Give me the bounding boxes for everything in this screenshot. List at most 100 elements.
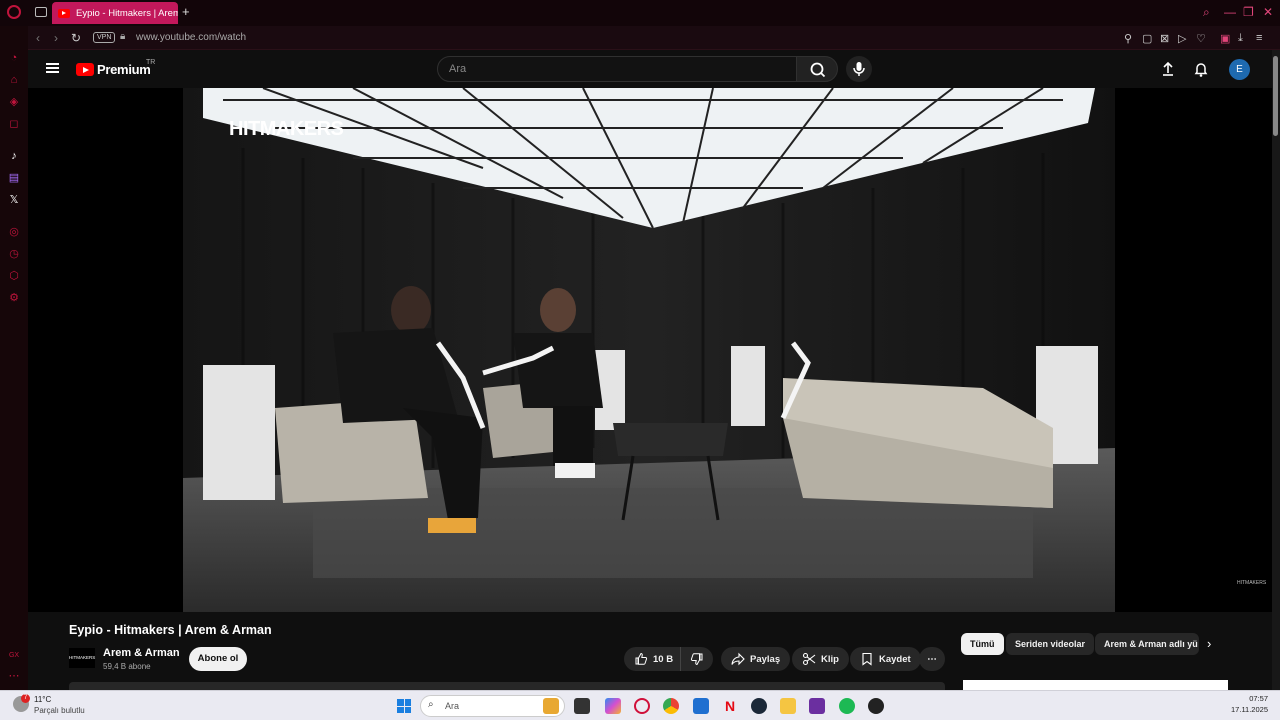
share-label: Paylaş bbox=[750, 653, 781, 665]
taskbar-clock[interactable]: 07:57 bbox=[1228, 694, 1268, 703]
chrome-icon[interactable] bbox=[663, 698, 679, 714]
microphone-icon bbox=[853, 62, 865, 76]
microsoft-store-icon[interactable] bbox=[693, 698, 709, 714]
minimize-icon[interactable]: — bbox=[1224, 5, 1236, 19]
more-actions-button[interactable]: ⋯ bbox=[919, 647, 945, 671]
opera-taskbar-icon[interactable] bbox=[634, 698, 650, 714]
notifications-bell-icon[interactable] bbox=[1192, 60, 1210, 78]
windows-start-icon[interactable] bbox=[397, 699, 411, 713]
account-avatar[interactable]: E bbox=[1229, 59, 1250, 80]
youtube-header: Premium TR Ara E bbox=[28, 50, 1272, 88]
photos-icon[interactable] bbox=[809, 698, 825, 714]
chips-next-icon[interactable]: › bbox=[1207, 636, 1211, 651]
more-sidebar-icon[interactable]: ⋯ bbox=[8, 670, 20, 682]
wallet-icon[interactable]: ▣ bbox=[1220, 32, 1230, 45]
like-button[interactable]: 10 B bbox=[624, 647, 682, 671]
share-button[interactable]: Paylaş bbox=[721, 647, 791, 671]
download-icon[interactable]: ⤓ bbox=[1238, 32, 1243, 45]
shopping-icon[interactable]: ⌂ bbox=[8, 74, 20, 86]
thumbs-down-icon bbox=[690, 653, 703, 666]
restore-icon[interactable]: ❐ bbox=[1243, 5, 1254, 19]
pin-icon[interactable]: ⚲ bbox=[1124, 32, 1132, 45]
channel-name[interactable]: Arem & Arman bbox=[103, 647, 180, 659]
bookmark-heart-icon[interactable]: ♡ bbox=[1196, 32, 1206, 45]
twitch-icon[interactable]: ▤ bbox=[8, 172, 20, 184]
instagram-icon[interactable]: ◻ bbox=[8, 118, 20, 130]
reload-icon[interactable]: ↻ bbox=[71, 31, 81, 45]
youtube-logo-icon[interactable] bbox=[76, 63, 94, 76]
steam-icon[interactable] bbox=[751, 698, 767, 714]
tab-islands-icon[interactable] bbox=[35, 7, 47, 17]
search-input[interactable]: Ara bbox=[437, 56, 797, 82]
chip-all[interactable]: Tümü bbox=[961, 633, 1004, 655]
upload-icon[interactable] bbox=[1159, 60, 1177, 78]
weather-temperature[interactable]: 11°C bbox=[34, 695, 51, 704]
file-explorer-icon[interactable] bbox=[780, 698, 796, 714]
subscribe-button[interactable]: Abone ol bbox=[189, 647, 247, 671]
search-tabs-icon[interactable]: ⌕ bbox=[1203, 5, 1210, 20]
settings-icon[interactable]: ⚙ bbox=[8, 292, 20, 304]
lock-icon[interactable]: 🔒︎ bbox=[120, 31, 125, 42]
youtube-favicon-icon bbox=[58, 8, 70, 18]
extensions-icon[interactable]: ⬡ bbox=[8, 270, 20, 282]
search-highlight-icon[interactable] bbox=[543, 698, 559, 714]
chip-channel-videos[interactable]: Arem & Arman adlı yü bbox=[1095, 633, 1199, 655]
new-tab-button[interactable]: + bbox=[182, 4, 190, 19]
messenger-icon[interactable]: ◈ bbox=[8, 96, 20, 108]
player-letterbox-left bbox=[28, 88, 183, 612]
channel-avatar[interactable]: HITMAKERS bbox=[69, 648, 95, 668]
gx-icon[interactable]: GX bbox=[8, 650, 20, 662]
url-field[interactable]: www.youtube.com/watch bbox=[136, 32, 246, 43]
taskbar-search-icon: ⌕ bbox=[428, 699, 434, 710]
page-scrollbar[interactable] bbox=[1272, 50, 1280, 690]
menu-icon[interactable]: ≡ bbox=[1256, 32, 1262, 44]
spotify-icon[interactable] bbox=[839, 698, 855, 714]
close-icon[interactable]: ✕ bbox=[1263, 5, 1273, 19]
video-frame bbox=[183, 88, 1115, 612]
video-overlay-title: HITMAKERS bbox=[229, 118, 344, 140]
opera-logo-icon[interactable] bbox=[7, 5, 21, 19]
like-count: 10 B bbox=[653, 653, 674, 665]
recommended-thumbnail-edge[interactable] bbox=[963, 680, 1228, 690]
aria-icon[interactable]: ◔ bbox=[8, 52, 20, 64]
snapshot-icon[interactable]: ▢ bbox=[1142, 32, 1152, 45]
back-icon[interactable]: ‹ bbox=[36, 31, 40, 45]
voice-search-button[interactable] bbox=[846, 56, 872, 82]
video-player[interactable]: HITMAKERS bbox=[183, 88, 1115, 612]
save-button[interactable]: Kaydet bbox=[850, 647, 921, 671]
scissors-icon bbox=[802, 652, 816, 666]
taskbar-date[interactable]: 17.11.2025 bbox=[1218, 705, 1268, 714]
hamburger-menu-icon[interactable] bbox=[46, 63, 59, 73]
subscriber-count: 59,4 B abone bbox=[103, 662, 151, 671]
dislike-button[interactable] bbox=[680, 647, 713, 671]
player-letterbox-right bbox=[1115, 88, 1272, 612]
weather-condition[interactable]: Parçalı bulutlu bbox=[34, 706, 85, 715]
vpn-badge[interactable]: VPN bbox=[93, 32, 116, 43]
netflix-icon[interactable]: N bbox=[722, 698, 738, 714]
opera-gx-icon[interactable] bbox=[868, 698, 884, 714]
task-view-icon[interactable] bbox=[574, 698, 590, 714]
adblock-icon[interactable]: ⊠ bbox=[1160, 32, 1169, 45]
bookmark-icon bbox=[862, 652, 872, 666]
search-button[interactable] bbox=[796, 56, 838, 82]
youtube-brand[interactable]: Premium bbox=[97, 62, 151, 77]
chip-series-videos[interactable]: Seriden videolar bbox=[1006, 633, 1095, 655]
tab-youtube[interactable]: Eypio - Hitmakers | Arem bbox=[52, 2, 178, 24]
region-code: TR bbox=[146, 59, 156, 66]
browser-sidebar: ◔ ⌂ ◈ ◻ ♪ ▤ 𝕏 ◎ ◷ ⬡ ⚙ GX ⋯ bbox=[0, 26, 28, 690]
video-title: Eypio - Hitmakers | Arem & Arman bbox=[69, 623, 272, 637]
tiktok-icon[interactable]: ♪ bbox=[8, 150, 20, 162]
clip-button[interactable]: Klip bbox=[792, 647, 849, 671]
tab-title: Eypio - Hitmakers | Arem bbox=[76, 7, 178, 19]
share-icon bbox=[731, 652, 745, 666]
x-twitter-icon[interactable]: 𝕏 bbox=[8, 194, 20, 206]
video-watermark: HITMAKERS bbox=[1237, 580, 1267, 586]
description-box-edge[interactable] bbox=[69, 682, 945, 690]
copilot-icon[interactable] bbox=[605, 698, 621, 714]
scrollbar-thumb[interactable] bbox=[1273, 56, 1278, 136]
forward-icon[interactable]: › bbox=[54, 31, 58, 45]
player-sidebar-icon[interactable]: ◎ bbox=[8, 226, 20, 238]
clip-label: Klip bbox=[821, 653, 839, 665]
player-icon[interactable]: ▷ bbox=[1178, 32, 1186, 45]
history-icon[interactable]: ◷ bbox=[8, 248, 20, 260]
